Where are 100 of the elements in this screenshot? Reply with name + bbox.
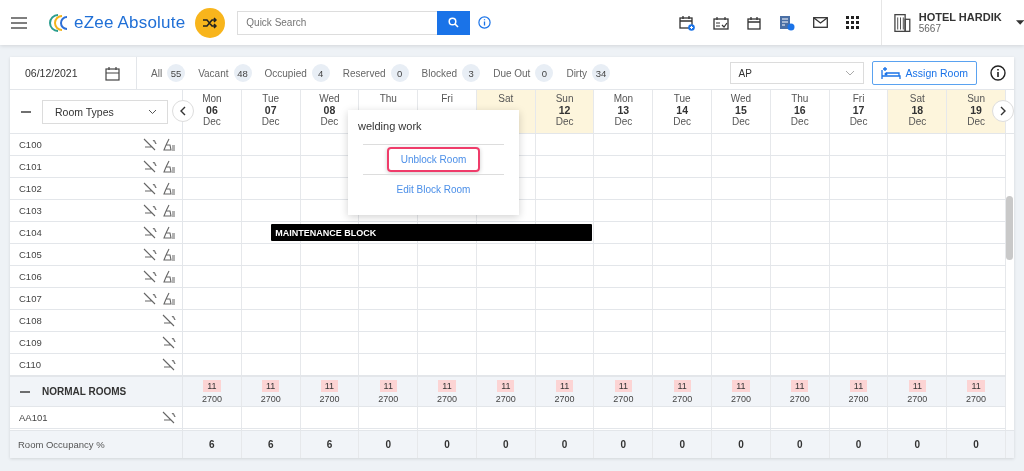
availability-badge: 11 <box>262 379 280 392</box>
count-badge: 0 <box>535 64 554 82</box>
occupancy-value: 6 <box>267 439 274 450</box>
rate-text: 2700 <box>319 393 340 404</box>
room-name[interactable]: C107 <box>19 293 137 304</box>
hotel-code: 5667 <box>918 23 942 34</box>
assign-room-button[interactable]: Assign Room <box>871 61 977 85</box>
building-icon <box>894 12 911 33</box>
count-badge: 48 <box>233 64 252 82</box>
count-badge: 4 <box>311 64 330 82</box>
menu-icon[interactable] <box>11 16 27 29</box>
availability-badge: 11 <box>849 379 868 392</box>
search-button[interactable] <box>437 10 471 35</box>
availability-badge: 11 <box>320 379 339 392</box>
no-smoking-icon <box>162 314 176 327</box>
availability-badge: 11 <box>967 379 985 392</box>
no-smoking-icon <box>143 182 157 195</box>
rate-plan-select[interactable]: AP <box>729 62 864 84</box>
rate-text: 2700 <box>437 393 458 404</box>
calendar-icon[interactable] <box>747 15 761 30</box>
occupancy-value: 0 <box>796 439 803 450</box>
count-badge: 0 <box>390 64 409 82</box>
collapse-icon[interactable] <box>21 110 31 113</box>
rate-text: 2700 <box>966 393 987 404</box>
room-name[interactable]: C106 <box>19 271 137 282</box>
status-filter[interactable]: Reserved <box>342 67 386 79</box>
collapse-icon[interactable] <box>20 390 30 393</box>
calendar-icon[interactable] <box>105 65 120 81</box>
status-filter[interactable]: Dirty <box>566 67 587 79</box>
occupancy-value: 0 <box>679 439 685 450</box>
status-filter[interactable]: All <box>151 67 163 79</box>
occupancy-label: Room Occupancy % <box>17 439 105 450</box>
room-group-name: NORMAL ROOMS <box>42 386 127 397</box>
calendar-plus-icon[interactable] <box>679 14 695 31</box>
occupancy-value: 0 <box>561 439 568 450</box>
info-icon[interactable] <box>990 65 1006 81</box>
logo-text: eZee Absolute <box>74 12 186 33</box>
shuffle-button[interactable] <box>195 7 226 38</box>
status-filter[interactable]: Occupied <box>264 67 307 79</box>
room-name[interactable]: C108 <box>19 315 156 326</box>
no-smoking-icon <box>143 292 157 305</box>
availability-badge: 11 <box>614 379 633 392</box>
room-name[interactable]: C103 <box>19 205 137 216</box>
popover-action[interactable]: Unblock Room <box>386 147 481 172</box>
room-name[interactable]: C102 <box>19 183 137 194</box>
mail-icon[interactable] <box>813 17 828 28</box>
availability-badge: 11 <box>791 379 809 392</box>
day-header: Mon 13 Dec <box>594 90 654 133</box>
rate-text: 2700 <box>848 393 869 404</box>
no-smoking-icon <box>162 336 176 349</box>
room-name[interactable]: C105 <box>19 249 137 260</box>
block-bar[interactable]: MAINTENANCE BLOCK <box>271 224 592 241</box>
no-smoking-icon <box>143 204 157 217</box>
status-filter[interactable]: Blocked <box>421 67 458 79</box>
availability-badge: 11 <box>497 379 515 392</box>
search-field[interactable]: Quick Search <box>237 10 438 35</box>
rate-text: 2700 <box>789 393 810 404</box>
day-header: Wed 15 Dec <box>712 90 771 133</box>
invoice-icon[interactable] <box>779 14 795 31</box>
occupancy-value: 6 <box>326 439 333 450</box>
room-name[interactable]: C110 <box>19 359 156 370</box>
occupancy-value: 0 <box>973 439 979 450</box>
room-name[interactable]: C109 <box>19 337 156 348</box>
room-type-select[interactable]: Room Types <box>42 99 168 124</box>
day-header: Sun 12 Dec <box>535 90 595 133</box>
rate-text: 2700 <box>613 393 634 404</box>
scrollbar-thumb[interactable] <box>1006 196 1013 260</box>
previous-button[interactable] <box>172 100 194 122</box>
no-smoking-icon <box>143 248 157 261</box>
room-name[interactable]: C104 <box>19 227 137 238</box>
availability-badge: 11 <box>673 379 691 392</box>
rate-text: 2700 <box>672 393 693 404</box>
rate-text: 2700 <box>730 393 751 404</box>
availability-badge: 11 <box>908 379 926 392</box>
occupancy-value: 0 <box>503 439 509 450</box>
status-filter[interactable]: Vacant <box>198 67 229 79</box>
rate-text: 2700 <box>201 393 222 404</box>
chevron-down-icon <box>148 108 157 115</box>
count-badge: 34 <box>591 64 610 82</box>
chevron-down-icon <box>844 70 855 76</box>
rate-text: 2700 <box>907 393 928 404</box>
occupancy-value: 0 <box>914 439 921 450</box>
calendar-check-icon[interactable] <box>713 15 729 30</box>
no-smoking-icon <box>162 358 176 371</box>
room-name[interactable]: C100 <box>19 139 137 150</box>
day-header: Thu 16 Dec <box>770 90 830 133</box>
date-field[interactable]: 06/12/2021 <box>25 67 78 79</box>
availability-badge: 11 <box>203 379 221 392</box>
room-name[interactable]: C101 <box>19 161 137 172</box>
status-filter[interactable]: Due Out <box>493 67 531 79</box>
apps-grid-icon[interactable] <box>846 16 859 29</box>
availability-badge: 11 <box>438 379 456 392</box>
chevron-left-icon <box>180 106 186 116</box>
search-icon <box>448 17 460 28</box>
next-button[interactable] <box>992 100 1014 122</box>
room-name[interactable]: AA101 <box>19 412 156 423</box>
no-smoking-icon <box>143 138 157 151</box>
availability-badge: 11 <box>732 379 750 392</box>
caret-icon[interactable] <box>1015 20 1024 25</box>
count-badge: 55 <box>167 64 186 82</box>
